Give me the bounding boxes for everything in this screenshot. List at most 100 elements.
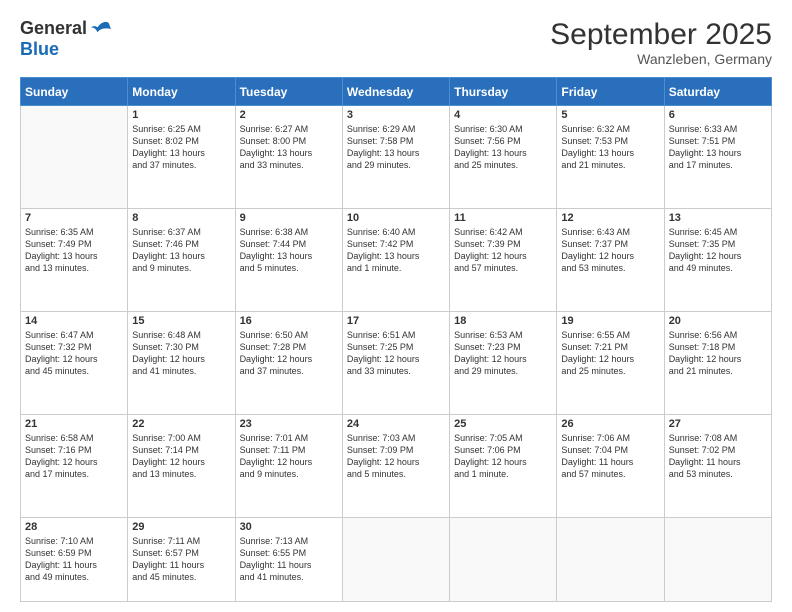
- calendar-week-row: 7 Sunrise: 6:35 AM Sunset: 7:49 PM Daylig…: [21, 208, 772, 311]
- cell-content: Sunrise: 6:32 AM Sunset: 7:53 PM Dayligh…: [561, 123, 659, 172]
- day-number: 26: [561, 418, 659, 430]
- calendar-table: Sunday Monday Tuesday Wednesday Thursday…: [20, 77, 772, 602]
- header-thursday: Thursday: [450, 78, 557, 106]
- cell-content: Sunrise: 6:43 AM Sunset: 7:37 PM Dayligh…: [561, 226, 659, 275]
- table-row: 24Sunrise: 7:03 AM Sunset: 7:09 PM Dayli…: [342, 414, 449, 517]
- calendar-week-row: 28Sunrise: 7:10 AM Sunset: 6:59 PM Dayli…: [21, 517, 772, 601]
- day-number: 23: [240, 418, 338, 430]
- cell-content: Sunrise: 6:33 AM Sunset: 7:51 PM Dayligh…: [669, 123, 767, 172]
- cell-content: Sunrise: 6:47 AM Sunset: 7:32 PM Dayligh…: [25, 329, 123, 378]
- day-number: 11: [454, 212, 552, 224]
- cell-content: Sunrise: 6:27 AM Sunset: 8:00 PM Dayligh…: [240, 123, 338, 172]
- table-row: 28Sunrise: 7:10 AM Sunset: 6:59 PM Dayli…: [21, 517, 128, 601]
- day-number: 22: [132, 418, 230, 430]
- table-row: 19 Sunrise: 6:55 AM Sunset: 7:21 PM Dayli…: [557, 311, 664, 414]
- cell-content: Sunrise: 6:55 AM Sunset: 7:21 PM Dayligh…: [561, 329, 659, 378]
- table-row: 10Sunrise: 6:40 AM Sunset: 7:42 PM Dayli…: [342, 208, 449, 311]
- day-number: 21: [25, 418, 123, 430]
- day-number: 5: [561, 109, 659, 121]
- calendar-week-row: 21 Sunrise: 6:58 AM Sunset: 7:16 PM Dayli…: [21, 414, 772, 517]
- calendar-week-row: 14 Sunrise: 6:47 AM Sunset: 7:32 PM Dayli…: [21, 311, 772, 414]
- day-number: 27: [669, 418, 767, 430]
- table-row: 22 Sunrise: 7:00 AM Sunset: 7:14 PM Dayli…: [128, 414, 235, 517]
- header: General Blue September 2025 Wanzleben, G…: [20, 18, 772, 67]
- logo: General Blue: [20, 18, 111, 60]
- logo-text: General: [20, 18, 111, 39]
- month-title: September 2025: [550, 18, 772, 51]
- cell-content: Sunrise: 6:56 AM Sunset: 7:18 PM Dayligh…: [669, 329, 767, 378]
- cell-content: Sunrise: 7:06 AM Sunset: 7:04 PM Dayligh…: [561, 432, 659, 481]
- title-section: September 2025 Wanzleben, Germany: [550, 18, 772, 67]
- table-row: [557, 517, 664, 601]
- header-saturday: Saturday: [664, 78, 771, 106]
- cell-content: Sunrise: 7:01 AM Sunset: 7:11 PM Dayligh…: [240, 432, 338, 481]
- day-number: 18: [454, 315, 552, 327]
- header-monday: Monday: [128, 78, 235, 106]
- day-number: 13: [669, 212, 767, 224]
- table-row: 5 Sunrise: 6:32 AM Sunset: 7:53 PM Daylig…: [557, 106, 664, 209]
- cell-content: Sunrise: 6:29 AM Sunset: 7:58 PM Dayligh…: [347, 123, 445, 172]
- day-number: 2: [240, 109, 338, 121]
- table-row: 21 Sunrise: 6:58 AM Sunset: 7:16 PM Dayli…: [21, 414, 128, 517]
- table-row: 16 Sunrise: 6:50 AM Sunset: 7:28 PM Dayli…: [235, 311, 342, 414]
- table-row: [21, 106, 128, 209]
- day-number: 8: [132, 212, 230, 224]
- cell-content: Sunrise: 6:40 AM Sunset: 7:42 PM Dayligh…: [347, 226, 445, 275]
- day-number: 1: [132, 109, 230, 121]
- day-number: 9: [240, 212, 338, 224]
- cell-content: Sunrise: 7:08 AM Sunset: 7:02 PM Dayligh…: [669, 432, 767, 481]
- day-number: 20: [669, 315, 767, 327]
- table-row: [342, 517, 449, 601]
- table-row: 7 Sunrise: 6:35 AM Sunset: 7:49 PM Daylig…: [21, 208, 128, 311]
- day-number: 15: [132, 315, 230, 327]
- cell-content: Sunrise: 6:50 AM Sunset: 7:28 PM Dayligh…: [240, 329, 338, 378]
- cell-content: Sunrise: 7:05 AM Sunset: 7:06 PM Dayligh…: [454, 432, 552, 481]
- table-row: 25 Sunrise: 7:05 AM Sunset: 7:06 PM Dayli…: [450, 414, 557, 517]
- cell-content: Sunrise: 6:48 AM Sunset: 7:30 PM Dayligh…: [132, 329, 230, 378]
- day-number: 4: [454, 109, 552, 121]
- cell-content: Sunrise: 6:42 AM Sunset: 7:39 PM Dayligh…: [454, 226, 552, 275]
- day-number: 19: [561, 315, 659, 327]
- day-number: 7: [25, 212, 123, 224]
- table-row: 3 Sunrise: 6:29 AM Sunset: 7:58 PM Daylig…: [342, 106, 449, 209]
- day-number: 6: [669, 109, 767, 121]
- calendar-header-row: Sunday Monday Tuesday Wednesday Thursday…: [21, 78, 772, 106]
- header-friday: Friday: [557, 78, 664, 106]
- table-row: [664, 517, 771, 601]
- cell-content: Sunrise: 6:51 AM Sunset: 7:25 PM Dayligh…: [347, 329, 445, 378]
- cell-content: Sunrise: 6:37 AM Sunset: 7:46 PM Dayligh…: [132, 226, 230, 275]
- day-number: 28: [25, 521, 123, 533]
- table-row: 11 Sunrise: 6:42 AM Sunset: 7:39 PM Dayli…: [450, 208, 557, 311]
- day-number: 29: [132, 521, 230, 533]
- table-row: 23 Sunrise: 7:01 AM Sunset: 7:11 PM Dayli…: [235, 414, 342, 517]
- logo-blue: Blue: [20, 39, 59, 60]
- day-number: 17: [347, 315, 445, 327]
- cell-content: Sunrise: 6:45 AM Sunset: 7:35 PM Dayligh…: [669, 226, 767, 275]
- cell-content: Sunrise: 7:03 AM Sunset: 7:09 PM Dayligh…: [347, 432, 445, 481]
- table-row: 30 Sunrise: 7:13 AM Sunset: 6:55 PM Dayli…: [235, 517, 342, 601]
- day-number: 3: [347, 109, 445, 121]
- page: General Blue September 2025 Wanzleben, G…: [0, 0, 792, 612]
- table-row: 15 Sunrise: 6:48 AM Sunset: 7:30 PM Dayli…: [128, 311, 235, 414]
- day-number: 14: [25, 315, 123, 327]
- day-number: 25: [454, 418, 552, 430]
- calendar-week-row: 1 Sunrise: 6:25 AM Sunset: 8:02 PM Daylig…: [21, 106, 772, 209]
- day-number: 30: [240, 521, 338, 533]
- table-row: 18 Sunrise: 6:53 AM Sunset: 7:23 PM Dayli…: [450, 311, 557, 414]
- table-row: 9Sunrise: 6:38 AM Sunset: 7:44 PM Daylig…: [235, 208, 342, 311]
- table-row: 20 Sunrise: 6:56 AM Sunset: 7:18 PM Dayli…: [664, 311, 771, 414]
- cell-content: Sunrise: 7:00 AM Sunset: 7:14 PM Dayligh…: [132, 432, 230, 481]
- day-number: 16: [240, 315, 338, 327]
- cell-content: Sunrise: 7:13 AM Sunset: 6:55 PM Dayligh…: [240, 535, 338, 584]
- table-row: 8 Sunrise: 6:37 AM Sunset: 7:46 PM Daylig…: [128, 208, 235, 311]
- cell-content: Sunrise: 6:53 AM Sunset: 7:23 PM Dayligh…: [454, 329, 552, 378]
- day-number: 12: [561, 212, 659, 224]
- table-row: 6 Sunrise: 6:33 AM Sunset: 7:51 PM Daylig…: [664, 106, 771, 209]
- table-row: 27 Sunrise: 7:08 AM Sunset: 7:02 PM Dayli…: [664, 414, 771, 517]
- cell-content: Sunrise: 6:35 AM Sunset: 7:49 PM Dayligh…: [25, 226, 123, 275]
- header-tuesday: Tuesday: [235, 78, 342, 106]
- cell-content: Sunrise: 6:25 AM Sunset: 8:02 PM Dayligh…: [132, 123, 230, 172]
- cell-content: Sunrise: 6:58 AM Sunset: 7:16 PM Dayligh…: [25, 432, 123, 481]
- table-row: 4Sunrise: 6:30 AM Sunset: 7:56 PM Daylig…: [450, 106, 557, 209]
- table-row: [450, 517, 557, 601]
